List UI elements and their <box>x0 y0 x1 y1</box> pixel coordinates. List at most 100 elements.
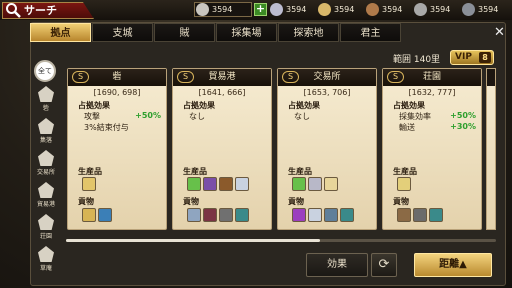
add-silver-button[interactable]: + <box>254 3 267 16</box>
card-title: 荘園 <box>422 72 441 82</box>
tab-bar: 拠点 支城賊採集場 探索地 君主 <box>30 23 402 43</box>
goods-item-icon[interactable] <box>397 208 411 222</box>
goods-heading: 貢物 <box>78 197 94 206</box>
card-header: S 交易所 <box>278 69 376 86</box>
grain-icon <box>318 3 331 16</box>
sidebar-filter-label: 砦 <box>42 105 49 112</box>
location-card[interactable]: S 荘園 [1632, 777] 占拠効果 採集効率 +50% 輸送 +30% 生産品 貢物 <box>382 68 482 230</box>
product-item-icon[interactable] <box>219 177 233 191</box>
rank-badge: S <box>177 71 194 83</box>
goods-item-icon[interactable] <box>98 208 112 222</box>
tab-2[interactable]: 賊 <box>154 23 215 42</box>
tab-0[interactable]: 拠点 <box>30 23 91 42</box>
card-coordinates[interactable]: [1641, 666] <box>173 88 271 97</box>
filter-all-button[interactable]: 全て <box>34 60 56 82</box>
effect-name: なし <box>294 112 310 121</box>
card-coordinates[interactable]: [1632, 777] <box>383 88 481 97</box>
effect-value: +30% <box>450 122 476 131</box>
sort-distance-button[interactable]: 距離▲ <box>414 253 492 277</box>
sidebar-filter-4[interactable]: 荘園 <box>31 214 61 240</box>
building-icon <box>38 246 54 262</box>
effect-name: 3%結束付与 <box>84 123 129 132</box>
product-item-icon[interactable] <box>187 177 201 191</box>
location-card[interactable]: S 貿易港 [1641, 666] 占拠効果 なし 生産品 貢物 <box>172 68 272 230</box>
product-item-icon[interactable] <box>203 177 217 191</box>
tab-4[interactable]: 探索地 <box>278 23 339 42</box>
page-title: サーチ <box>24 4 57 17</box>
vip-badge: VIP 8 <box>450 50 494 65</box>
resource-value: 3594 <box>286 5 307 14</box>
goods-item-icon[interactable] <box>235 208 249 222</box>
goods-item-icon[interactable] <box>429 208 443 222</box>
goods-item-icon[interactable] <box>219 208 233 222</box>
rank-badge: S <box>387 71 404 83</box>
products-heading: 生産品 <box>393 167 417 176</box>
rank-badge: S <box>282 71 299 83</box>
tab-3[interactable]: 採集場 <box>216 23 277 42</box>
products-heading: 生産品 <box>288 167 312 176</box>
products-list <box>187 177 251 191</box>
sidebar-filter-5[interactable]: 草庵 <box>31 246 61 272</box>
crystal-icon <box>270 3 283 16</box>
effect-name: 採集効率 <box>399 112 431 121</box>
effect-row: なし <box>294 111 374 122</box>
sidebar-filter-0[interactable]: 砦 <box>31 86 61 112</box>
effect-row: 輸送 +30% <box>399 122 479 133</box>
building-icon <box>38 150 54 166</box>
magnifier-icon[interactable] <box>5 2 21 18</box>
resource-value: 3594 <box>478 5 499 14</box>
goods-list <box>187 208 251 222</box>
product-item-icon[interactable] <box>324 177 338 191</box>
goods-list <box>397 208 445 222</box>
location-card[interactable]: S 交易所 [1653, 706] 占拠効果なし生産品貢物 <box>277 68 377 230</box>
next-card-edge[interactable] <box>486 68 496 230</box>
tab-1[interactable]: 支城 <box>92 23 153 42</box>
resource-value: 3594 <box>382 5 403 14</box>
resource-4: 3594 <box>414 2 450 17</box>
sidebar-filter-label: 荘園 <box>39 233 52 240</box>
effect-row: 攻撃 +50% <box>84 111 164 122</box>
card-coordinates[interactable]: [1653, 706] <box>278 88 376 97</box>
card-title: 交易所 <box>313 72 341 82</box>
resource-0: 3594 <box>196 2 232 17</box>
effect-heading: 占拠効果 <box>393 101 425 110</box>
products-heading: 生産品 <box>183 167 207 176</box>
product-item-icon[interactable] <box>292 177 306 191</box>
scrollbar-thumb[interactable] <box>66 239 320 242</box>
card-header: S砦 <box>68 69 166 86</box>
goods-heading: 貢物 <box>393 197 409 206</box>
effect-name: なし <box>189 112 205 121</box>
effect-name: 輸送 <box>399 123 415 132</box>
location-card[interactable]: S 砦 [1690, 698] 占拠効果 攻撃 +50% 3%結束付与 生産品 貢物 <box>67 68 167 230</box>
goods-item-icon[interactable] <box>324 208 338 222</box>
products-list <box>82 177 98 191</box>
building-icon <box>38 214 54 230</box>
card-coordinates[interactable]: [1690, 698] <box>68 88 166 97</box>
goods-item-icon[interactable] <box>203 208 217 222</box>
goods-item-icon[interactable] <box>308 208 322 222</box>
sidebar-filter-2[interactable]: 交易所 <box>31 150 61 176</box>
product-item-icon[interactable] <box>308 177 322 191</box>
goods-item-icon[interactable] <box>340 208 354 222</box>
sidebar-filter-3[interactable]: 貿易港 <box>31 182 61 208</box>
card-header: S 貿易港 <box>173 69 271 86</box>
effect-heading: 占拠効果 <box>288 101 320 110</box>
tab-5[interactable]: 君主 <box>340 23 401 42</box>
rank-badge: S <box>72 71 89 83</box>
sidebar-filter-1[interactable]: 集落 <box>31 118 61 144</box>
sidebar-filter-label: 集落 <box>39 137 52 144</box>
goods-item-icon[interactable] <box>187 208 201 222</box>
goods-item-icon[interactable] <box>292 208 306 222</box>
close-icon[interactable]: ✕ <box>494 25 505 40</box>
goods-item-icon[interactable] <box>82 208 96 222</box>
product-item-icon[interactable] <box>397 177 411 191</box>
effect-heading: 占拠効果 <box>78 101 110 110</box>
product-item-icon[interactable] <box>235 177 249 191</box>
iron-icon <box>462 3 475 16</box>
goods-heading: 貢物 <box>288 197 304 206</box>
goods-item-icon[interactable] <box>413 208 427 222</box>
product-item-icon[interactable] <box>82 177 96 191</box>
refresh-button[interactable]: ⟳ <box>371 253 397 277</box>
wood-icon <box>366 3 379 16</box>
effect-button[interactable]: 効果 <box>306 253 368 277</box>
